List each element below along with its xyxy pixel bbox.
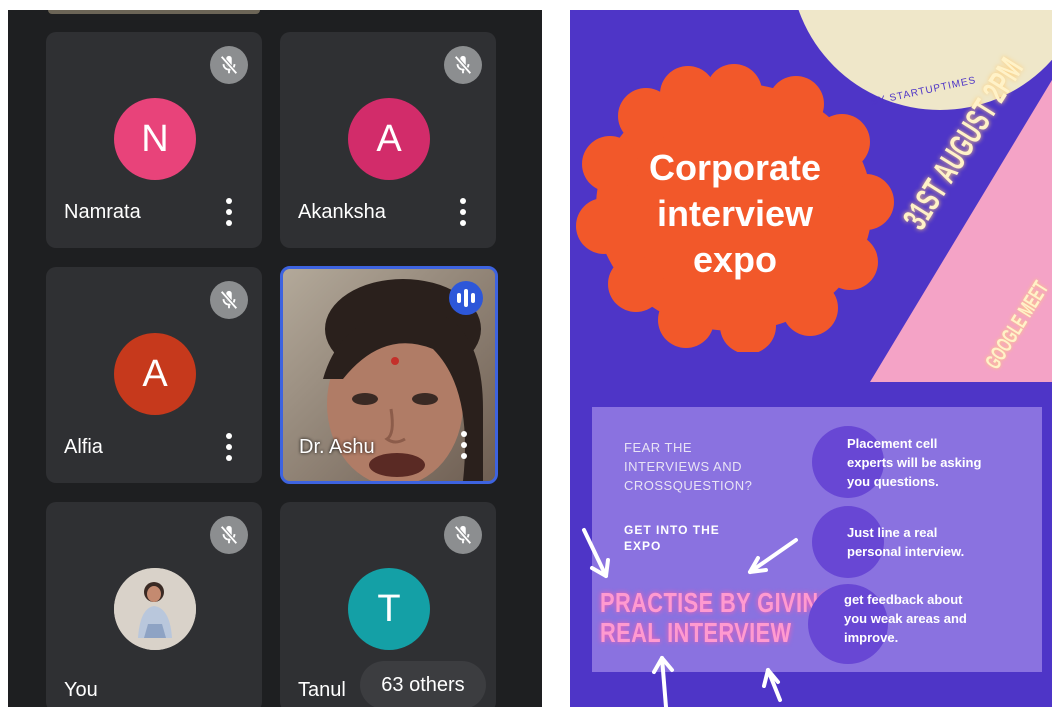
mic-off-icon xyxy=(444,46,482,84)
arrow-icon xyxy=(748,538,798,574)
speaking-indicator-icon xyxy=(449,281,483,315)
meet-participant-grid: N Namrata A Akanksha A Alfia Dr. Ashu Yo… xyxy=(8,10,542,707)
avatar xyxy=(114,568,196,650)
more-options-icon[interactable] xyxy=(226,433,232,461)
event-poster: BY STARTUPTIMES 31ST AUGUST 2PM GOOGLE M… xyxy=(570,10,1052,707)
mic-off-icon xyxy=(444,516,482,554)
participant-name: You xyxy=(64,679,98,701)
participant-name: Dr. Ashu xyxy=(299,436,375,458)
partial-tile-edge xyxy=(48,10,260,14)
avatar: T xyxy=(348,568,430,650)
participant-name: Namrata xyxy=(64,201,141,223)
more-options-icon[interactable] xyxy=(460,198,466,226)
participant-tile-alfia[interactable]: A Alfia xyxy=(46,267,262,483)
avatar: A xyxy=(114,333,196,415)
mic-off-icon xyxy=(210,281,248,319)
page: N Namrata A Akanksha A Alfia Dr. Ashu Yo… xyxy=(0,0,1053,709)
participant-tile-namrata[interactable]: N Namrata xyxy=(46,32,262,248)
arrow-icon xyxy=(660,656,668,707)
participant-tile-akanksha[interactable]: A Akanksha xyxy=(280,32,496,248)
more-options-icon[interactable] xyxy=(226,198,232,226)
more-options-icon[interactable] xyxy=(461,431,467,459)
arrow-icons xyxy=(582,528,798,707)
mic-off-icon xyxy=(210,516,248,554)
avatar: N xyxy=(114,98,196,180)
participant-tile-dr-ashu[interactable]: Dr. Ashu xyxy=(280,266,498,484)
participant-name: Akanksha xyxy=(298,201,386,223)
participant-name: Tanul xyxy=(298,679,346,701)
mic-off-icon xyxy=(210,46,248,84)
avatar: A xyxy=(348,98,430,180)
others-count-button[interactable]: 63 others xyxy=(360,661,486,707)
participant-name: Alfia xyxy=(64,436,103,458)
participant-tile-you[interactable]: You xyxy=(46,502,262,707)
